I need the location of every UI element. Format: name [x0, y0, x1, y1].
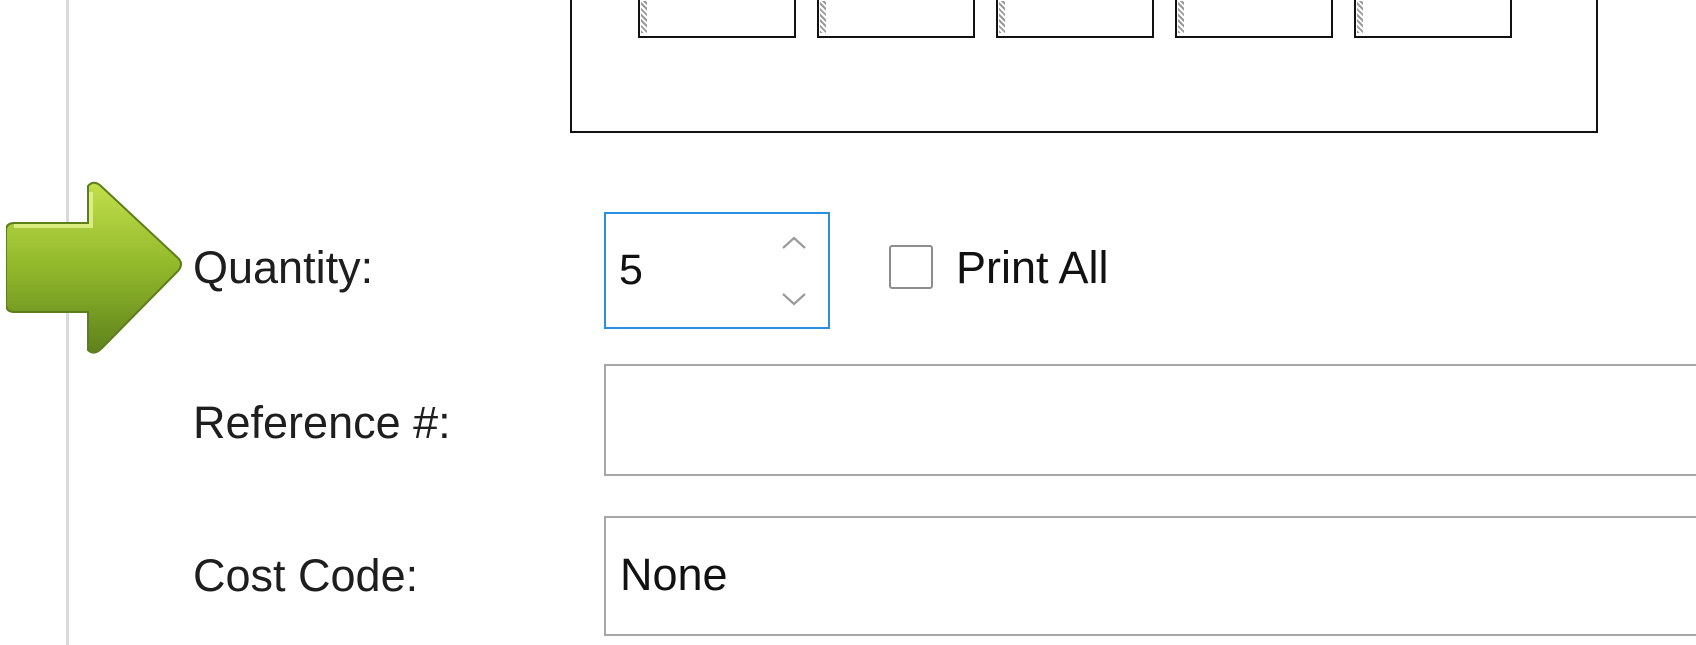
quantity-value: 5: [619, 246, 643, 294]
cost-code-field[interactable]: None: [604, 516, 1696, 636]
label-preview-cell: [817, 0, 975, 38]
reference-input[interactable]: [604, 364, 1696, 476]
cost-code-value: None: [620, 549, 728, 600]
stepper-control[interactable]: [774, 224, 814, 318]
label-preview: [570, 0, 1598, 133]
cost-code-label: Cost Code:: [193, 550, 419, 601]
reference-label: Reference #:: [193, 397, 451, 448]
label-preview-cell: [1175, 0, 1333, 38]
label-preview-cell: [1354, 0, 1512, 38]
label-preview-cell: [996, 0, 1154, 38]
chevron-down-icon[interactable]: [774, 284, 814, 314]
quantity-stepper[interactable]: 5: [604, 212, 830, 329]
arrow-right-icon: [6, 181, 182, 354]
quantity-label: Quantity:: [193, 242, 374, 293]
chevron-up-icon[interactable]: [774, 228, 814, 258]
print-all-label[interactable]: Print All: [956, 245, 1109, 290]
label-preview-cell: [638, 0, 796, 38]
print-all-checkbox[interactable]: [889, 245, 933, 289]
